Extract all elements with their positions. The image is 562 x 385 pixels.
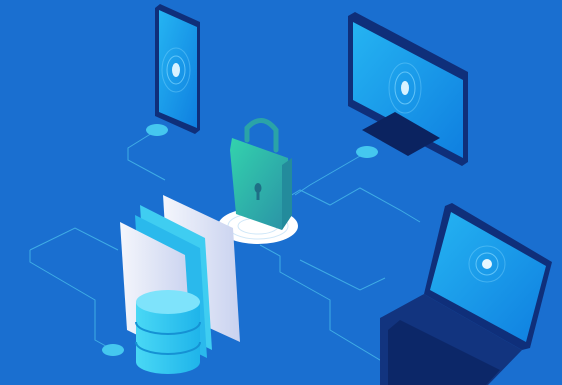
database-cylinder xyxy=(135,290,201,374)
keyhole-slot xyxy=(256,190,260,200)
database-top xyxy=(136,290,200,314)
smartphone xyxy=(155,4,200,134)
node-monitor xyxy=(356,146,378,158)
monitor-fingerprint-icon xyxy=(401,81,409,95)
illustration-canvas xyxy=(0,0,562,385)
phone-fingerprint-icon xyxy=(172,63,180,77)
laptop-fingerprint-icon xyxy=(482,259,492,269)
security-network-illustration xyxy=(0,0,562,385)
node-database xyxy=(102,344,124,356)
node-phone xyxy=(146,124,168,136)
